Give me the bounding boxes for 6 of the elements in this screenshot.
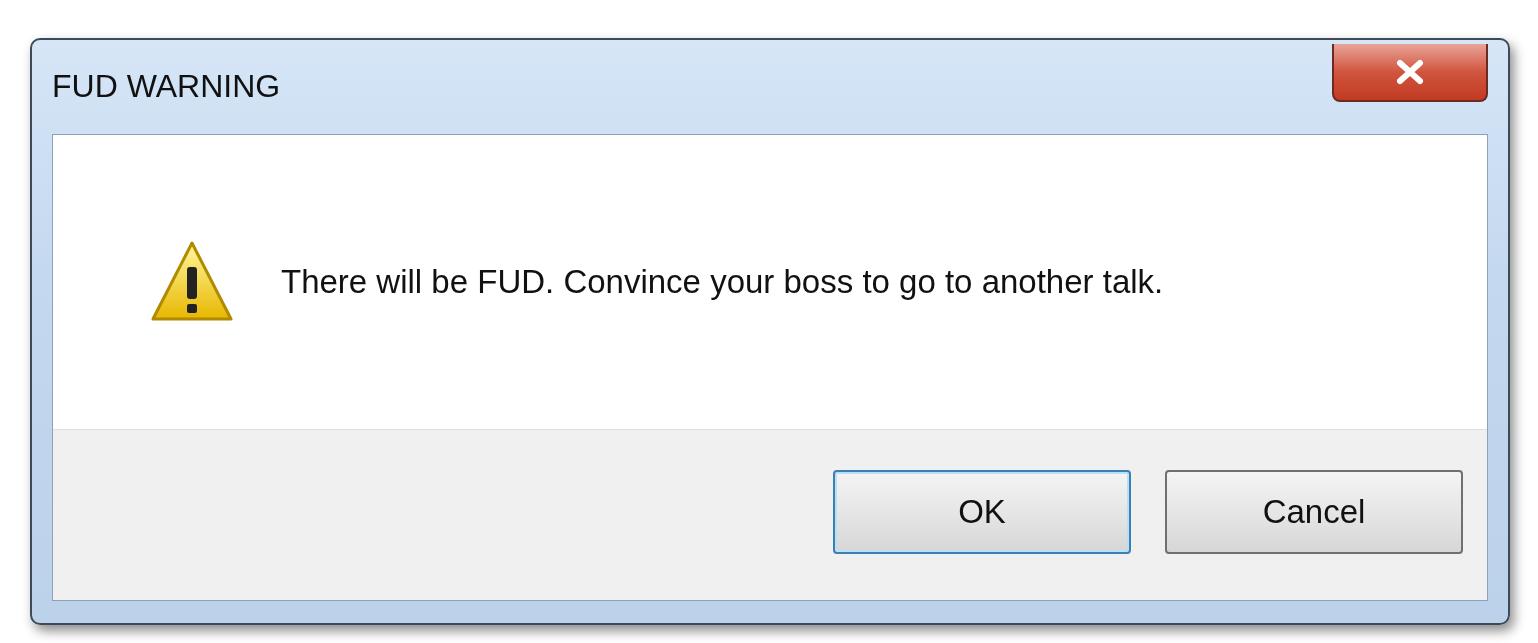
message-text: There will be FUD. Convince your boss to go to another talk. — [281, 263, 1164, 301]
close-button[interactable] — [1332, 44, 1488, 102]
window-title: FUD WARNING — [52, 68, 281, 105]
dialog-button[interactable]: Cancel — [1165, 470, 1463, 554]
close-icon — [1395, 59, 1425, 85]
dialog-button[interactable]: OK — [833, 470, 1131, 554]
